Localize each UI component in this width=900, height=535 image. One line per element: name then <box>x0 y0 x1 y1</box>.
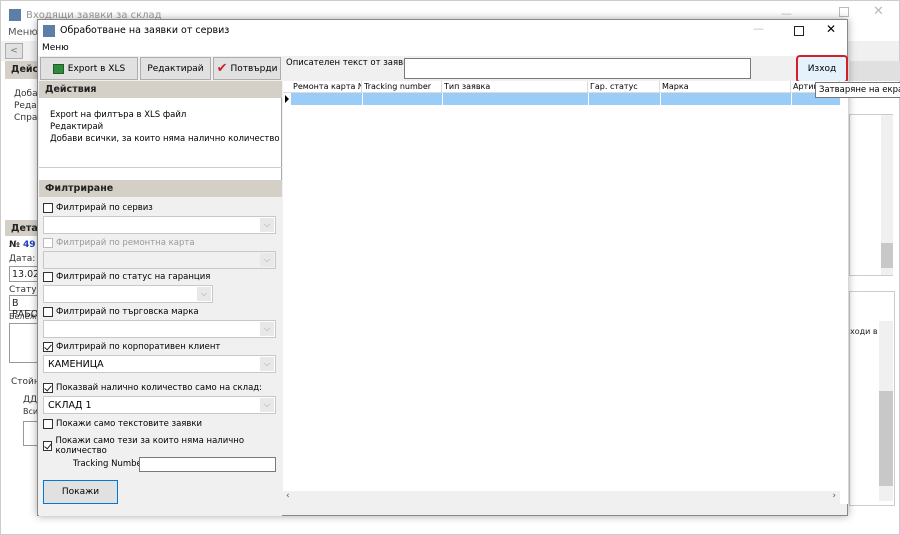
action-export[interactable]: Export на филтъра в XLS файл <box>50 110 186 120</box>
table-row[interactable] <box>283 93 840 105</box>
column-request-type[interactable]: Тип заявка <box>442 81 588 93</box>
maximize-icon[interactable] <box>839 7 849 17</box>
filter-brand-checkbox[interactable]: Филтрирай по търговска марка <box>43 307 199 317</box>
background-grid-scrollbar[interactable] <box>879 321 893 501</box>
filter-corporate-checkbox[interactable]: Филтрирай по корпоративен клиент <box>43 342 220 352</box>
close-button[interactable]: ✕ <box>826 22 836 36</box>
process-requests-window: Обработване на заявки от сервиз — ✕ Меню… <box>37 19 848 516</box>
minimize-button[interactable]: — <box>753 22 764 35</box>
show-button[interactable]: Покажи <box>43 480 118 504</box>
maximize-button[interactable] <box>794 26 804 36</box>
scroll-right-icon[interactable]: › <box>832 491 836 501</box>
background-grid-header: ходи в <box>850 327 878 336</box>
column-tracking-number[interactable]: Tracking number <box>362 81 442 93</box>
left-panel: Действия Export на филтъра в XLS файл Ре… <box>39 81 282 516</box>
number-label: № <box>9 240 20 250</box>
filters-header: Филтриране <box>39 180 282 197</box>
service-select[interactable]: ⌵ <box>43 216 276 234</box>
chevron-down-icon[interactable]: ⌵ <box>197 287 211 301</box>
filter-warranty-checkbox[interactable]: Филтрирай по статус на гаранция <box>43 272 210 282</box>
column-brand[interactable]: Марка <box>660 81 791 93</box>
text-only-checkbox[interactable]: Покажи само текстовите заявки <box>43 419 202 429</box>
grid-horizontal-scrollbar[interactable]: ‹ › <box>283 491 840 504</box>
background-scrollbar[interactable] <box>881 115 893 275</box>
grid-header: Ремонта карта № Tracking number Тип заяв… <box>283 81 840 93</box>
exit-button[interactable]: Изход <box>796 55 848 83</box>
repair-card-select[interactable]: ⌵ <box>43 251 276 269</box>
requests-grid: Ремонта карта № Tracking number Тип заяв… <box>283 81 848 504</box>
row-selector-icon <box>285 95 289 103</box>
chevron-down-icon[interactable]: ⌵ <box>260 357 274 371</box>
excel-icon <box>52 63 64 74</box>
checkmark-icon: ✔ <box>216 61 228 76</box>
confirm-button[interactable]: ✔ Потвърди <box>213 57 281 80</box>
exit-tooltip: Затваряне на екрана <box>815 82 900 98</box>
window-menu[interactable]: Меню <box>42 43 69 53</box>
tracking-number-label: Tracking Number: <box>73 459 148 469</box>
window-title: Обработване на заявки от сервиз <box>60 25 230 36</box>
no-stock-checkbox[interactable]: Покажи само тези за които няма налично к… <box>43 436 281 456</box>
date-label: Дата: <box>9 254 36 264</box>
close-icon[interactable]: ✕ <box>873 4 884 19</box>
column-repair-card[interactable]: Ремонта карта № <box>291 81 362 93</box>
window-icon <box>43 25 55 37</box>
warranty-select[interactable]: ⌵ <box>43 285 213 303</box>
chevron-down-icon[interactable]: ⌵ <box>260 218 274 232</box>
back-button[interactable]: < <box>5 43 23 59</box>
chevron-down-icon[interactable]: ⌵ <box>260 398 274 412</box>
edit-button[interactable]: Редактирай <box>140 57 211 80</box>
tracking-number-input[interactable] <box>139 457 276 472</box>
filter-warehouse-checkbox[interactable]: Показвай налично количество само на скла… <box>43 383 262 393</box>
action-edit[interactable]: Редактирай <box>50 122 103 132</box>
filter-repair-card-checkbox[interactable]: Филтрирай по ремонтна карта <box>43 238 195 248</box>
selected-row-cells <box>291 93 840 105</box>
brand-select[interactable]: ⌵ <box>43 320 276 338</box>
filter-service-checkbox[interactable]: Филтрирай по сервиз <box>43 203 153 213</box>
chevron-down-icon[interactable]: ⌵ <box>260 322 274 336</box>
app-icon <box>9 9 21 21</box>
chevron-down-icon[interactable]: ⌵ <box>260 253 274 267</box>
actions-header: Действия <box>39 81 282 98</box>
column-warranty-status[interactable]: Гар. статус <box>588 81 660 93</box>
background-menu[interactable]: Меню <box>8 27 38 38</box>
scroll-left-icon[interactable]: ‹ <box>286 491 290 501</box>
action-add-all[interactable]: Добави всички, за които няма налично кол… <box>50 134 280 144</box>
export-xls-button[interactable]: Export в XLS <box>40 57 138 80</box>
description-input[interactable] <box>404 58 751 79</box>
number-value: 49 <box>22 240 36 250</box>
corporate-select[interactable]: КАМЕНИЦА ⌵ <box>43 355 276 373</box>
warehouse-select[interactable]: СКЛАД 1 ⌵ <box>43 396 276 414</box>
